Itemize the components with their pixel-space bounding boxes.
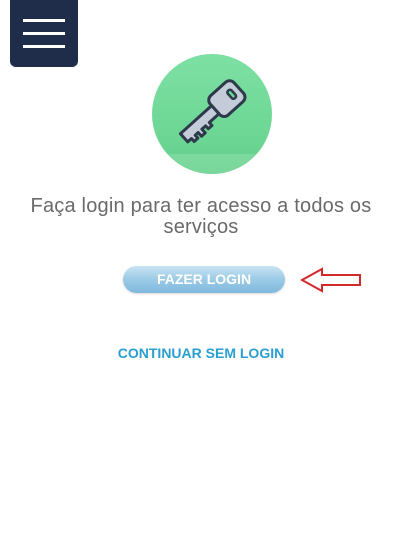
login-message-line-2: serviços — [163, 216, 239, 238]
login-message-line-1: Faça login para ter acesso a todos os — [30, 195, 372, 217]
menu-button[interactable] — [10, 0, 78, 67]
continue-without-login-link[interactable]: CONTINUAR SEM LOGIN — [0, 345, 402, 361]
key-icon — [152, 79, 272, 174]
red-arrow-left-icon — [300, 267, 361, 293]
login-button[interactable]: FAZER LOGIN — [123, 266, 285, 293]
hamburger-menu-icon-bar-bottom — [23, 45, 65, 48]
login-message: Faça login para ter acesso a todos os se… — [0, 196, 402, 238]
key-badge — [152, 54, 272, 174]
hamburger-menu-icon-bar-middle — [23, 32, 65, 35]
hamburger-menu-icon-bar-top — [23, 19, 65, 22]
